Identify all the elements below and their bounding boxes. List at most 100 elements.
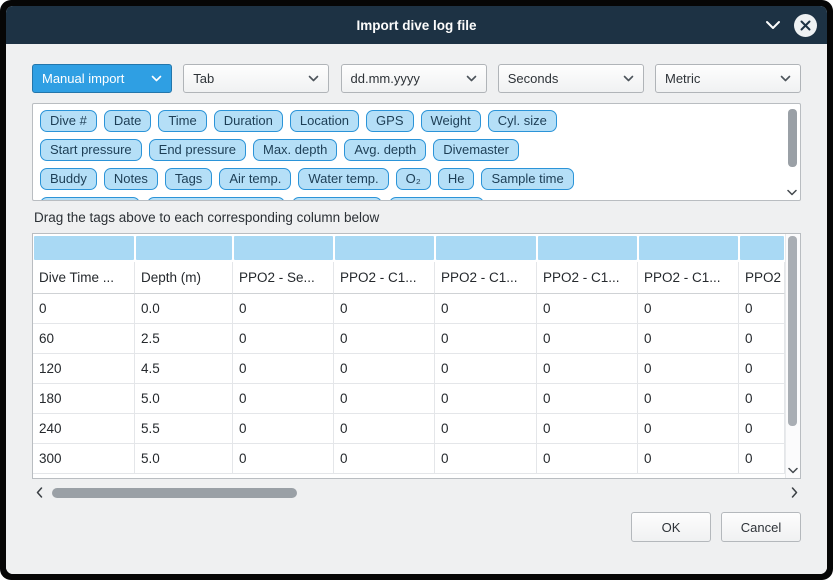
tag-sample-cns[interactable]: Sample CNS	[389, 197, 484, 201]
tag-row: Dive # Date Time Duration Location GPS Weight C…	[40, 110, 778, 132]
table-cell: 0	[33, 294, 135, 324]
vertical-scrollbar[interactable]	[785, 234, 800, 478]
table-row: 00.0000000	[33, 294, 785, 324]
table-cell: 0	[334, 384, 435, 414]
horizontal-scrollbar-handle[interactable]	[52, 488, 297, 498]
drop-target-cell[interactable]	[335, 236, 434, 260]
tag-date[interactable]: Date	[104, 110, 151, 132]
column-header: PPO2 - C1...	[638, 262, 739, 294]
titlebar[interactable]: Import dive log file	[6, 6, 827, 44]
table-cell: 0	[233, 384, 334, 414]
tag-air-temp[interactable]: Air temp.	[219, 168, 291, 190]
tag-he[interactable]: He	[438, 168, 475, 190]
tag-duration[interactable]: Duration	[214, 110, 283, 132]
tag-notes[interactable]: Notes	[104, 168, 158, 190]
horizontal-scrollbar-track[interactable]	[46, 488, 787, 498]
table-cell: 0	[638, 294, 739, 324]
chevron-down-icon	[623, 75, 634, 82]
tag-time[interactable]: Time	[158, 110, 206, 132]
instruction-label: Drag the tags above to each correspondin…	[34, 210, 801, 225]
table-cell: 0	[638, 414, 739, 444]
tag-start-pressure[interactable]: Start pressure	[40, 139, 142, 161]
titlebar-menu-chevron-icon[interactable]	[764, 16, 782, 34]
horizontal-scrollbar[interactable]	[32, 484, 801, 501]
drop-target-cell[interactable]	[740, 236, 784, 260]
table-cell: 240	[33, 414, 135, 444]
drop-target-cell[interactable]	[436, 236, 536, 260]
table-cell: 0	[739, 294, 785, 324]
tag-buddy[interactable]: Buddy	[40, 168, 97, 190]
tag-water-temp[interactable]: Water temp.	[298, 168, 388, 190]
table-cell: 0	[435, 444, 537, 474]
tag-sample-depth[interactable]: Sample depth	[40, 197, 140, 201]
table-cell: 0	[638, 444, 739, 474]
import-mode-combo[interactable]: Manual import	[32, 64, 172, 93]
tag-location[interactable]: Location	[290, 110, 359, 132]
table-cell: 0	[537, 294, 638, 324]
window-title: Import dive log file	[356, 18, 476, 33]
tag-avg-depth[interactable]: Avg. depth	[344, 139, 426, 161]
table-cell: 0	[537, 324, 638, 354]
column-header: PPO2 - C1...	[537, 262, 638, 294]
chevron-down-icon	[780, 75, 791, 82]
field-separator-combo[interactable]: Tab	[183, 64, 329, 93]
table-cell: 0	[334, 354, 435, 384]
table-cell: 60	[33, 324, 135, 354]
tag-tags[interactable]: Tags	[165, 168, 212, 190]
tag-pool-scrollbar[interactable]	[788, 107, 797, 182]
table-cell: 0	[638, 384, 739, 414]
tag-weight[interactable]: Weight	[421, 110, 481, 132]
table-cell: 0	[638, 354, 739, 384]
table-cell: 0	[334, 324, 435, 354]
table-cell: 0	[739, 324, 785, 354]
tag-sample-po[interactable]: Sample pO₂	[292, 197, 382, 201]
table-cell: 0.0	[135, 294, 233, 324]
table-cell: 0	[233, 324, 334, 354]
import-mode-value: Manual import	[42, 71, 124, 86]
chevron-down-icon	[151, 75, 162, 82]
tag-row: Start pressure End pressure Max. depth Avg.…	[40, 139, 778, 161]
tag-sample-temperature[interactable]: Sample temperature	[147, 197, 285, 201]
chevron-down-icon	[466, 75, 477, 82]
units-value: Metric	[665, 71, 700, 86]
table-cell: 4.5	[135, 354, 233, 384]
tag-sample-time[interactable]: Sample time	[481, 168, 573, 190]
column-header: Depth (m)	[135, 262, 233, 294]
table-cell: 0	[233, 444, 334, 474]
tag-o[interactable]: O₂	[396, 168, 431, 190]
column-header: PPO2 - Se...	[233, 262, 334, 294]
close-button[interactable]	[794, 14, 817, 37]
vertical-scrollbar-handle[interactable]	[788, 236, 797, 426]
table-cell: 300	[33, 444, 135, 474]
table-cell: 5.0	[135, 384, 233, 414]
tag-pool-scroll-down-icon[interactable]	[786, 186, 797, 198]
drop-target-cell[interactable]	[136, 236, 232, 260]
tag-divemaster[interactable]: Divemaster	[433, 139, 519, 161]
scroll-left-icon[interactable]	[32, 484, 46, 501]
chevron-down-icon	[308, 75, 319, 82]
tag-pool-scrollbar-handle[interactable]	[788, 109, 797, 167]
table-cell: 120	[33, 354, 135, 384]
column-header: PPO2	[739, 262, 785, 294]
tag-cyl-size[interactable]: Cyl. size	[488, 110, 557, 132]
duration-format-combo[interactable]: Seconds	[498, 64, 644, 93]
tag-gps[interactable]: GPS	[366, 110, 413, 132]
date-format-combo[interactable]: dd.mm.yyyy	[341, 64, 487, 93]
table-cell: 0	[537, 384, 638, 414]
ok-button[interactable]: OK	[631, 512, 711, 542]
scroll-right-icon[interactable]	[787, 484, 801, 501]
tag-end-pressure[interactable]: End pressure	[149, 139, 246, 161]
cancel-button[interactable]: Cancel	[721, 512, 801, 542]
table-header-row: Dive Time ...Depth (m)PPO2 - Se...PPO2 -…	[33, 262, 785, 294]
drop-target-cell[interactable]	[639, 236, 738, 260]
drop-target-cell[interactable]	[538, 236, 637, 260]
close-icon	[800, 20, 811, 31]
tag-max-depth[interactable]: Max. depth	[253, 139, 337, 161]
tag-dive[interactable]: Dive #	[40, 110, 97, 132]
drop-target-cell[interactable]	[34, 236, 134, 260]
table-scroll-down-icon[interactable]	[787, 464, 799, 476]
units-combo[interactable]: Metric	[655, 64, 801, 93]
drop-target-cell[interactable]	[234, 236, 333, 260]
table-cell: 0	[233, 414, 334, 444]
table-cell: 0	[739, 414, 785, 444]
